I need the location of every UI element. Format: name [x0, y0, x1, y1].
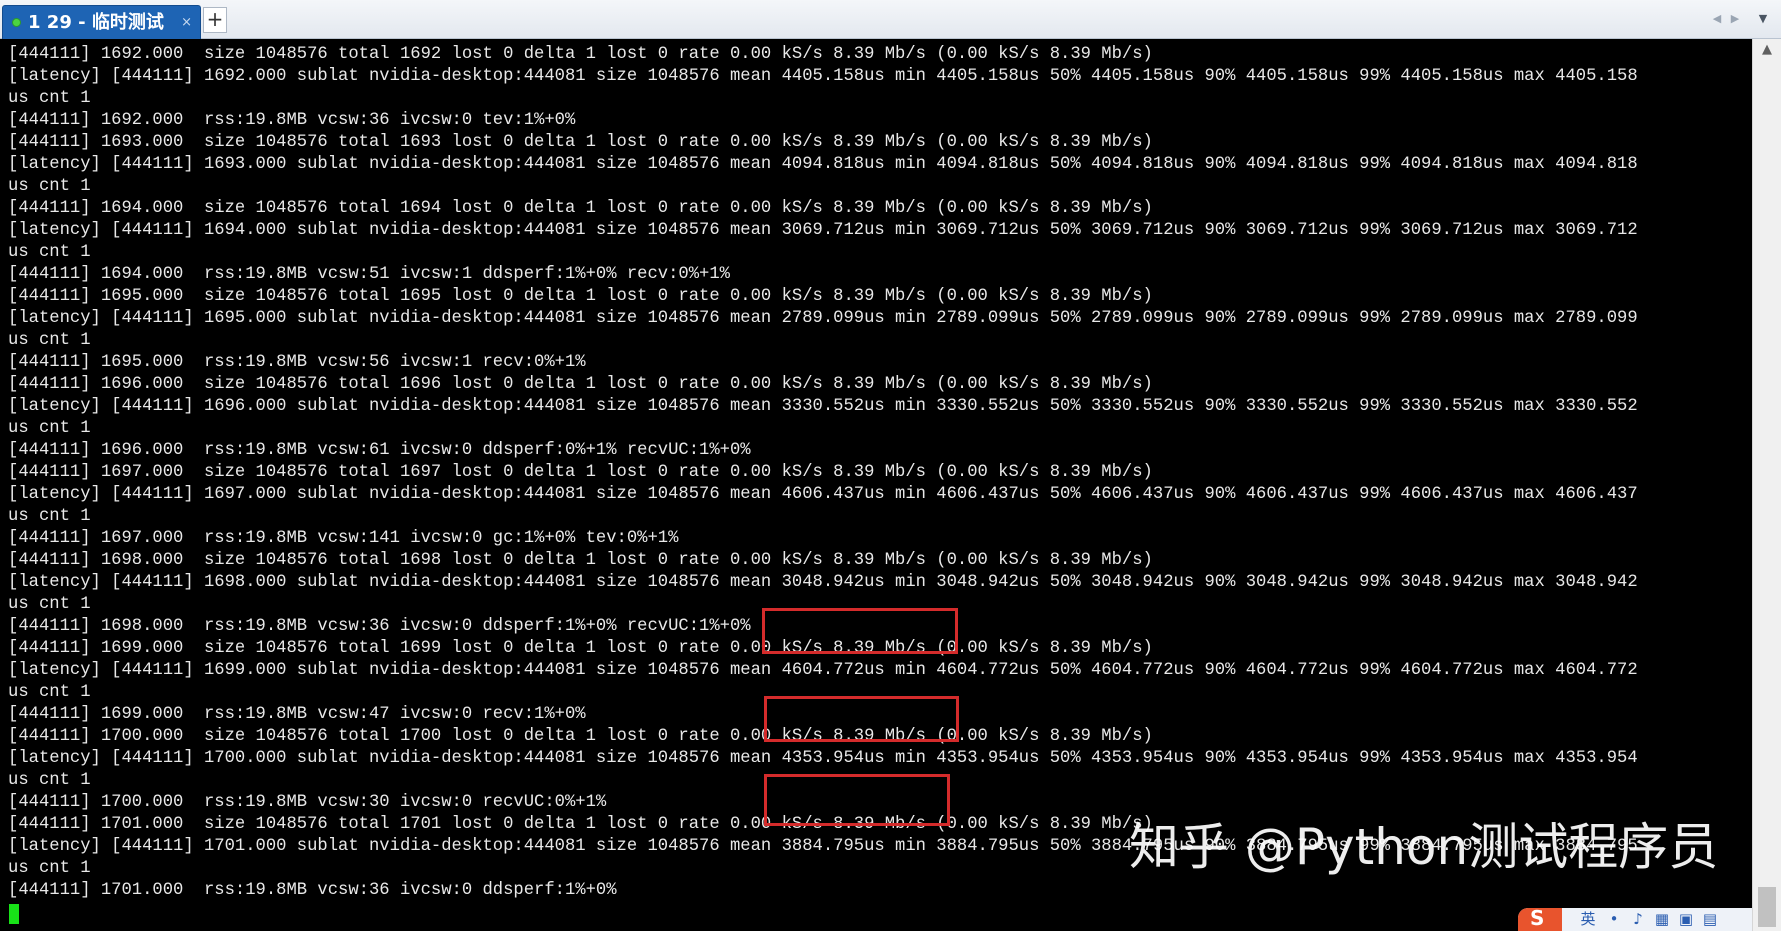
terminal-line: [444111] 1698.000 size 1048576 total 169… — [8, 551, 1153, 570]
terminal-line: us cnt 1 — [8, 331, 91, 350]
ime-mode-icon[interactable]: 英 — [1580, 911, 1596, 928]
ime-toolbox-icon[interactable]: ▤ — [1702, 911, 1718, 928]
tab-session-1[interactable]: 1 29 - 临时测试 × — [2, 5, 201, 39]
terminal-line: [444111] 1692.000 size 1048576 total 169… — [8, 45, 1153, 64]
terminal-line: [latency] [444111] 1693.000 sublat nvidi… — [8, 155, 1638, 174]
terminal-line: [latency] [444111] 1696.000 sublat nvidi… — [8, 397, 1638, 416]
terminal-line: [444111] 1692.000 rss:19.8MB vcsw:36 ivc… — [8, 111, 576, 130]
terminal-line: [444111] 1697.000 size 1048576 total 169… — [8, 463, 1153, 482]
scroll-up-icon[interactable]: ▲ — [1753, 39, 1781, 61]
highlight-box-mean-1701 — [764, 774, 950, 826]
terminal-line: [444111] 1696.000 rss:19.8MB vcsw:61 ivc… — [8, 441, 751, 460]
scroll-tabs-left-icon[interactable]: ◀ — [1710, 10, 1724, 28]
ime-voice-icon[interactable]: ♪ — [1630, 911, 1646, 928]
terminal-line: [latency] [444111] 1694.000 sublat nvidi… — [8, 221, 1638, 240]
scrollbar-thumb[interactable] — [1758, 887, 1776, 927]
highlight-box-mean-1699 — [762, 608, 958, 654]
close-tab-icon[interactable]: × — [181, 6, 192, 39]
terminal-line: [latency] [444111] 1697.000 sublat nvidi… — [8, 485, 1638, 504]
new-tab-button[interactable]: + — [203, 7, 227, 33]
highlight-box-mean-1700 — [764, 696, 959, 742]
tab-list-menu-icon[interactable]: ▼ — [1755, 10, 1771, 28]
ime-skin-icon[interactable]: ▣ — [1678, 911, 1694, 928]
terminal-line: [444111] 1697.000 rss:19.8MB vcsw:141 iv… — [8, 529, 679, 548]
terminal-line: [444111] 1694.000 rss:19.8MB vcsw:51 ivc… — [8, 265, 730, 284]
scroll-tabs-right-icon[interactable]: ▶ — [1728, 10, 1742, 28]
terminal-line: [444111] 1694.000 size 1048576 total 169… — [8, 199, 1153, 218]
terminal-line: [latency] [444111] 1695.000 sublat nvidi… — [8, 309, 1638, 328]
ime-toolbar[interactable]: S 英 • ♪ ▦ ▣ ▤ — [1518, 906, 1752, 931]
tab-bar: 1 29 - 临时测试 × + ◀ ▶ ▼ — [0, 0, 1781, 39]
terminal-line: [latency] [444111] 1700.000 sublat nvidi… — [8, 749, 1638, 768]
terminal-line: us cnt 1 — [8, 419, 91, 438]
terminal-line: [444111] 1696.000 size 1048576 total 169… — [8, 375, 1153, 394]
terminal-line: [latency] [444111] 1699.000 sublat nvidi… — [8, 661, 1638, 680]
ime-keyboard-icon[interactable]: ▦ — [1654, 911, 1670, 928]
ime-punctuation-icon[interactable]: • — [1606, 911, 1622, 928]
connection-status-icon — [12, 18, 21, 27]
ime-logo-icon[interactable]: S — [1518, 906, 1562, 931]
terminal-line: [444111] 1701.000 rss:19.8MB vcsw:36 ivc… — [8, 881, 617, 900]
tab-title: 1 29 - 临时测试 — [28, 12, 164, 33]
terminal-cursor — [9, 904, 19, 924]
terminal-line: [444111] 1695.000 rss:19.8MB vcsw:56 ivc… — [8, 353, 586, 372]
terminal-line: [444111] 1693.000 size 1048576 total 169… — [8, 133, 1153, 152]
terminal-line: [latency] [444111] 1692.000 sublat nvidi… — [8, 67, 1638, 86]
terminal-line: us cnt 1 — [8, 89, 91, 108]
terminal-line: [latency] [444111] 1698.000 sublat nvidi… — [8, 573, 1638, 592]
terminal-line: [444111] 1695.000 size 1048576 total 169… — [8, 287, 1153, 306]
vertical-scrollbar[interactable]: ▲ — [1752, 39, 1781, 931]
ime-logo-letter: S — [1530, 906, 1545, 930]
terminal-line: us cnt 1 — [8, 243, 91, 262]
terminal-line: us cnt 1 — [8, 177, 91, 196]
watermark-text: 知乎 @Python测试程序员 — [1129, 818, 1719, 876]
terminal-line: us cnt 1 — [8, 507, 91, 526]
terminal-app-window: 1 29 - 临时测试 × + ◀ ▶ ▼ [444111] 1692.000 … — [0, 0, 1781, 931]
